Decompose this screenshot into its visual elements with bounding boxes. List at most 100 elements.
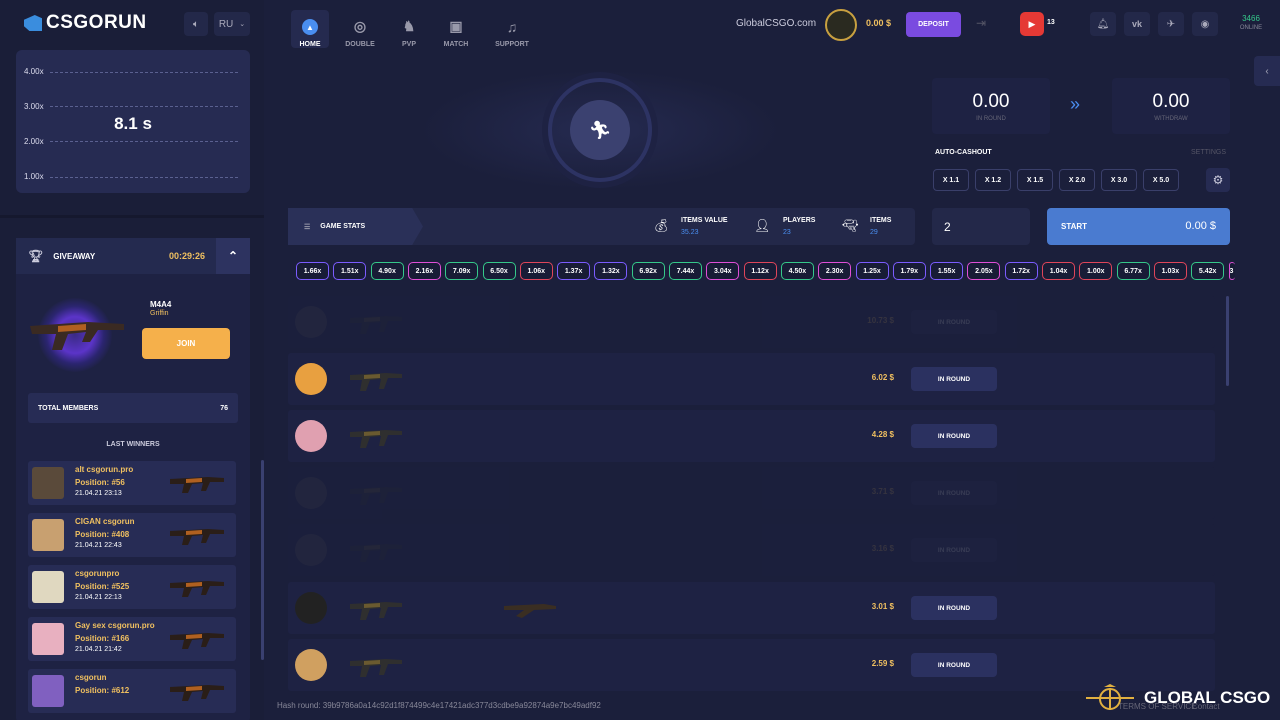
graph-gridline	[50, 106, 238, 107]
bet-value: 2.59 $	[871, 659, 894, 668]
in-round-button[interactable]: IN ROUND	[911, 653, 997, 677]
winner-position: Position: #56	[75, 478, 125, 487]
bell-icon[interactable]: 🔔︎	[1090, 12, 1116, 36]
divider	[0, 215, 264, 218]
history-multiplier: 1.04x	[1042, 262, 1075, 280]
start-button[interactable]: START 0.00 $	[1047, 208, 1230, 245]
avatar	[32, 623, 64, 655]
money-bag-icon: 💰︎	[653, 218, 670, 233]
logout-icon[interactable]: ⇥	[976, 16, 986, 30]
vk-icon[interactable]: vk	[1124, 12, 1150, 36]
items-value: 35.23	[681, 229, 699, 236]
nav-label: HOME	[299, 41, 321, 48]
history-multiplier: 1.00x	[1079, 262, 1113, 280]
item-skin: Griffin	[150, 310, 169, 317]
nav-label: MATCH	[443, 41, 469, 48]
in-round-button[interactable]: IN ROUND	[911, 367, 997, 391]
rifle-icon	[350, 316, 402, 334]
in-round-button[interactable]: IN ROUND	[911, 538, 997, 562]
history-multiplier: 1.37x	[557, 262, 591, 280]
multiplier-button[interactable]: X 1.1	[933, 169, 969, 191]
nav-label: SUPPORT	[495, 41, 529, 48]
in-round-button[interactable]: IN ROUND	[911, 481, 997, 505]
home-icon: ▲	[302, 19, 318, 35]
history-multiplier: 4.90x	[370, 262, 404, 280]
bets-scrollbar[interactable]	[1226, 296, 1229, 386]
telegram-icon[interactable]: ✈︎	[1158, 12, 1184, 36]
history-multiplier: 2.30x	[818, 262, 852, 280]
history-multiplier: 1.79x	[892, 262, 926, 280]
nav-label: DOUBLE	[345, 41, 375, 48]
game-stats-tab[interactable]: ☰ GAME STATS	[288, 208, 423, 245]
graph-gridline	[50, 141, 238, 142]
rifle-icon	[170, 685, 224, 701]
winner-date: 21.04.21 21:42	[75, 646, 122, 653]
history-multiplier: 1.55x	[930, 262, 964, 280]
user-avatar[interactable]	[825, 9, 857, 41]
avatar	[32, 519, 64, 551]
discord-icon[interactable]: ◉	[1192, 12, 1218, 36]
history-multiplier: 1.12x	[743, 262, 777, 280]
game-stats-bar: ☰ GAME STATS 💰︎ ITEMS VALUE 35.23 👤︎ PLA…	[288, 208, 915, 245]
globe-icon	[1086, 684, 1134, 710]
logo-text: CSGORUN	[46, 12, 147, 33]
youtube-icon[interactable]: ▶	[1020, 12, 1044, 36]
avatar	[295, 477, 327, 509]
support-icon: ♫	[506, 19, 518, 35]
winner-date: 21.04.21 22:43	[75, 542, 122, 549]
site-domain: GlobalCSGO.com	[736, 18, 817, 29]
multiplier-button[interactable]: X 2.0	[1059, 169, 1095, 191]
settings-link[interactable]: SETTINGS	[1191, 149, 1226, 156]
bet-value: 6.02 $	[871, 373, 894, 382]
history-multiplier: 3	[1228, 262, 1235, 280]
trophy-icon: 🏆︎	[28, 249, 44, 263]
nav-home[interactable]: ▲ HOME	[291, 10, 329, 48]
withdraw-label: WITHDRAW	[1154, 116, 1188, 122]
watermark-logo	[1084, 684, 1136, 710]
nav-pvp[interactable]: ♞ PVP	[389, 10, 429, 48]
avatar	[32, 571, 64, 603]
nav-match[interactable]: ▣ MATCH	[436, 10, 476, 48]
rifle-icon	[350, 659, 402, 677]
giveaway-header: 🏆︎ GIVEAWAY 00:29:26 ⌃	[16, 238, 250, 274]
chat-toggle-button[interactable]: ‹	[1254, 56, 1280, 86]
in-round-button[interactable]: IN ROUND	[911, 310, 997, 334]
avatar	[32, 467, 64, 499]
graph-label: 1.00x	[24, 172, 44, 181]
deposit-button[interactable]: DEPOSIT	[906, 12, 961, 37]
players-count: 23	[783, 229, 791, 236]
history-multiplier: 3.04x	[706, 262, 740, 280]
language-select[interactable]: RU ⌄	[214, 12, 250, 36]
winner-position: Position: #166	[75, 634, 130, 643]
bet-amount-input[interactable]	[932, 208, 1030, 245]
bet-value: 3.71 $	[871, 487, 894, 496]
bet-row: 6.02 $ IN ROUND	[288, 353, 1215, 405]
collapse-button[interactable]: ⌃	[216, 238, 250, 274]
in-round-button[interactable]: IN ROUND	[911, 424, 997, 448]
multiplier-button[interactable]: X 1.2	[975, 169, 1011, 191]
runner-icon: 🏃︎	[570, 100, 630, 160]
history-multiplier: 2.05x	[967, 262, 1001, 280]
match-icon: ▣	[449, 18, 463, 34]
gear-icon[interactable]: ⚙	[1206, 168, 1230, 192]
user-icon: 👤︎	[754, 218, 771, 233]
multiplier-button[interactable]: X 3.0	[1101, 169, 1137, 191]
double-icon: ◎	[353, 18, 367, 34]
nav-support[interactable]: ♫ SUPPORT	[490, 10, 534, 48]
multiplier-button[interactable]: X 5.0	[1143, 169, 1179, 191]
multiplier-button[interactable]: X 1.5	[1017, 169, 1053, 191]
winner-item: CIGAN csgorun Position: #408 21.04.21 22:4…	[28, 513, 236, 557]
nav-double[interactable]: ◎ DOUBLE	[340, 10, 380, 48]
bet-row: 3.16 $ IN ROUND	[288, 524, 1215, 576]
in-round-button[interactable]: IN ROUND	[911, 596, 997, 620]
sidebar-scrollbar[interactable]	[261, 460, 264, 660]
site-logo[interactable]: CSGORUN	[24, 12, 147, 34]
bet-row: 3.71 $ IN ROUND	[288, 467, 1215, 519]
total-members: TOTAL MEMBERS 76	[28, 393, 238, 423]
bet-row: 10.73 $ IN ROUND	[288, 296, 1215, 348]
sound-button[interactable]: 🔈︎	[184, 12, 208, 36]
winner-name: Gay sex csgorun.pro	[75, 621, 155, 630]
join-button[interactable]: JOIN	[142, 328, 230, 359]
speaker-icon: 🔈︎	[193, 18, 199, 30]
winner-date: 21.04.21 22:13	[75, 594, 122, 601]
